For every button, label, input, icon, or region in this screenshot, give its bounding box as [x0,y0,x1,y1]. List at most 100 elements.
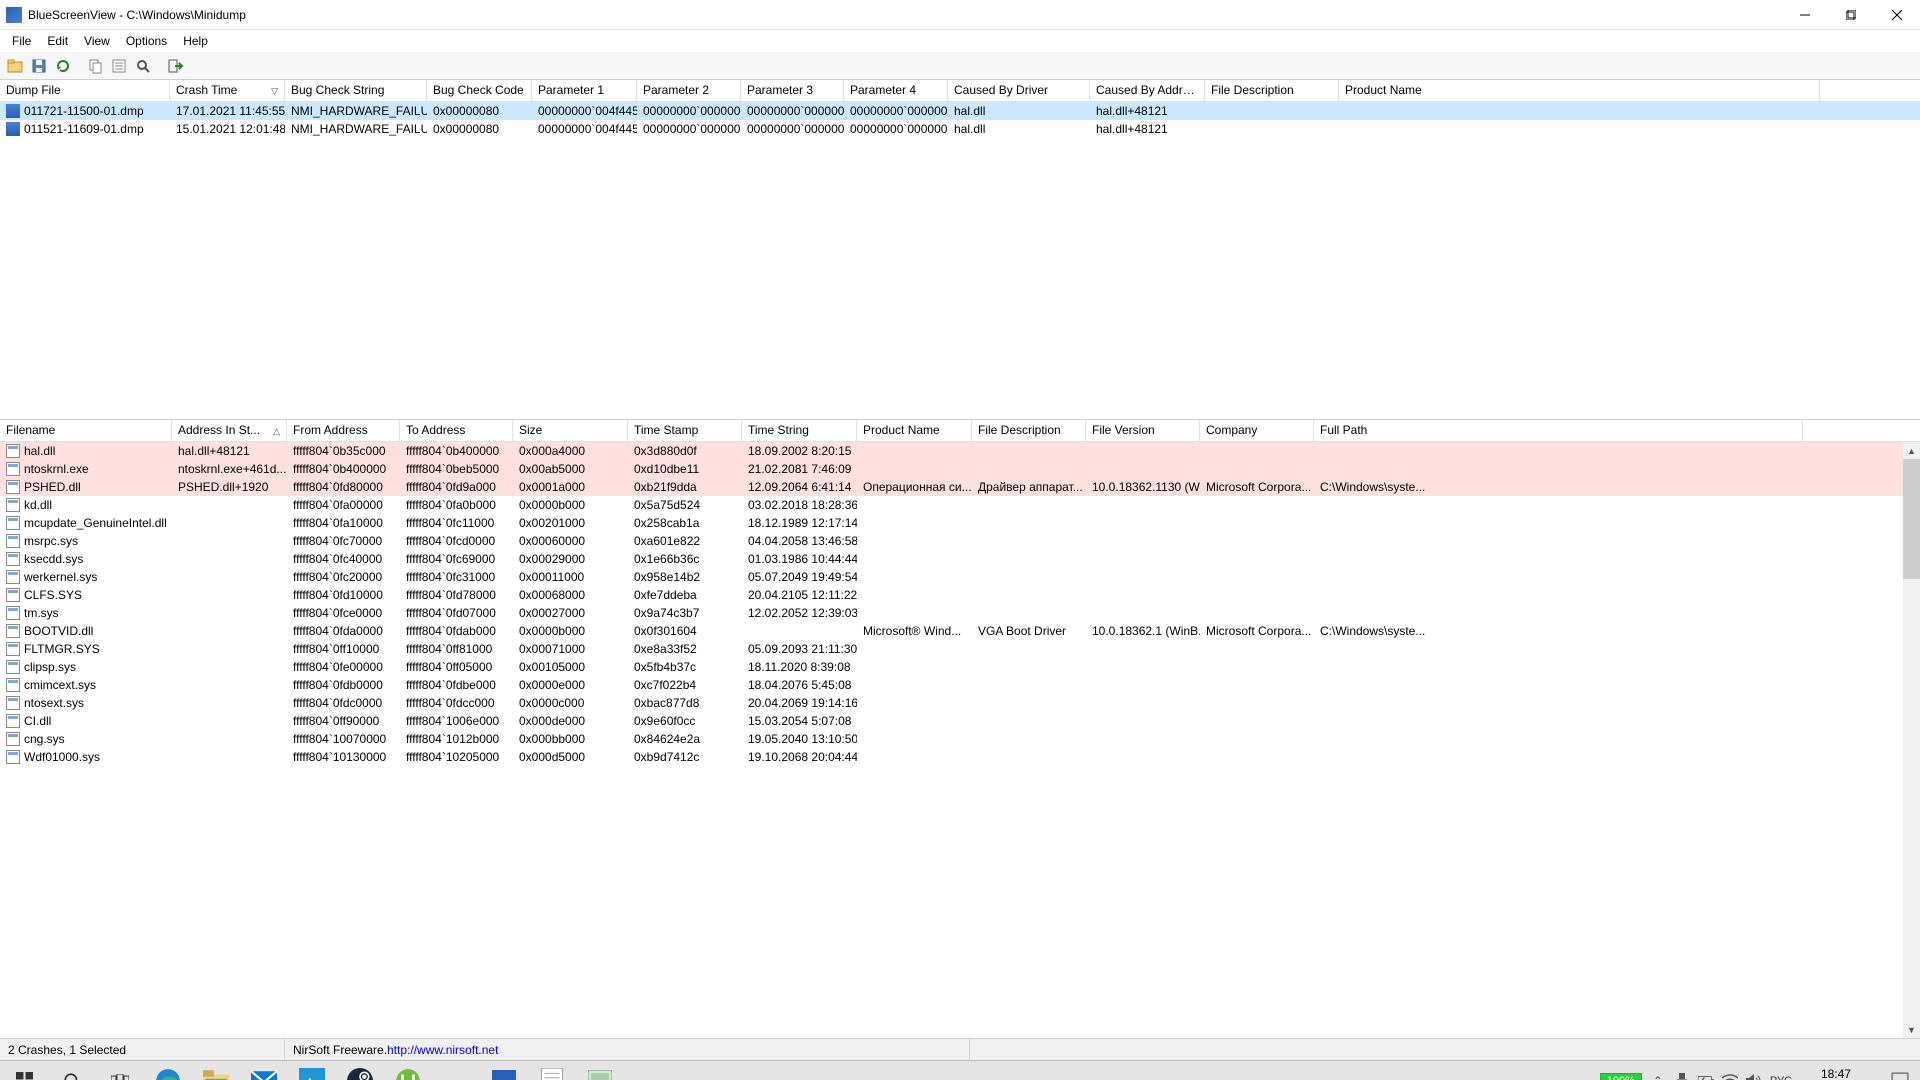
module-row[interactable]: BOOTVID.dllfffff804`0fda0000fffff804`0fd… [0,622,1920,640]
mail-icon[interactable] [240,1061,288,1080]
column-header[interactable]: Filename [0,420,172,442]
scroll-thumb[interactable] [1903,459,1920,579]
module-row[interactable]: cng.sysfffff804`10070000fffff804`1012b00… [0,730,1920,748]
maximize-button[interactable] [1828,0,1874,30]
dump-file-icon [6,122,20,136]
menu-edit[interactable]: Edit [39,32,76,50]
column-header[interactable]: Time Stamp [628,420,742,442]
bottom-vscroll[interactable]: ▲ ▼ [1903,442,1920,1038]
column-header[interactable]: Caused By Address [1090,80,1205,102]
column-header[interactable]: Parameter 2 [637,80,741,102]
wifi-icon[interactable] [1722,1073,1738,1080]
module-row[interactable]: ntoskrnl.exentoskrnl.exe+461d...fffff804… [0,460,1920,478]
module-row[interactable]: hal.dllhal.dll+48121fffff804`0b35c000fff… [0,442,1920,460]
module-row[interactable]: werkernel.sysfffff804`0fc20000fffff804`0… [0,568,1920,586]
battery-indicator[interactable]: 100% [1600,1073,1642,1080]
module-row[interactable]: CI.dllfffff804`0ff90000fffff804`1006e000… [0,712,1920,730]
module-row[interactable]: PSHED.dllPSHED.dll+1920fffff804`0fd80000… [0,478,1920,496]
app-icon-2[interactable] [576,1061,624,1080]
explorer-icon[interactable] [192,1061,240,1080]
titlebar: BlueScreenView - C:\Windows\Minidump [0,0,1920,30]
column-header[interactable]: To Address [400,420,513,442]
module-file-icon [6,606,20,620]
column-header[interactable]: Product Name [1339,80,1820,102]
utorrent-icon[interactable] [384,1061,432,1080]
menu-file[interactable]: File [4,32,39,50]
module-file-icon [6,552,20,566]
module-file-icon [6,534,20,548]
properties-icon[interactable] [108,55,130,77]
dump-row[interactable]: 011721-11500-01.dmp17.01.2021 11:45:55NM… [0,102,1920,120]
notifications-button[interactable]: 5 [1880,1061,1920,1080]
yandex-icon[interactable]: Я [432,1061,480,1080]
module-row[interactable]: Wdf01000.sysfffff804`10130000fffff804`10… [0,748,1920,766]
dump-list-rows[interactable]: 011721-11500-01.dmp17.01.2021 11:45:55NM… [0,102,1920,419]
column-header[interactable]: Full Path [1314,420,1803,442]
column-header[interactable]: Parameter 1 [532,80,637,102]
menu-view[interactable]: View [76,32,118,50]
column-header[interactable]: Parameter 3 [741,80,844,102]
dump-row[interactable]: 011521-11609-01.dmp15.01.2021 12:01:48NM… [0,120,1920,138]
minimize-button[interactable] [1782,0,1828,30]
task-view-button[interactable] [96,1061,144,1080]
module-row[interactable]: mcupdate_GenuineIntel.dllfffff804`0fa100… [0,514,1920,532]
open-icon[interactable] [4,55,26,77]
refresh-icon[interactable] [52,55,74,77]
column-header[interactable]: File Description [972,420,1086,442]
column-header[interactable]: Address In St...△ [172,420,287,442]
module-row[interactable]: CLFS.SYSfffff804`0fd10000fffff804`0fd780… [0,586,1920,604]
scroll-up-icon[interactable]: ▲ [1903,442,1920,459]
menu-help[interactable]: Help [175,32,216,50]
notepad-icon[interactable] [528,1061,576,1080]
module-row[interactable]: kd.dllfffff804`0fa00000fffff804`0fa0b000… [0,496,1920,514]
language-indicator[interactable]: РУС [1770,1075,1792,1080]
module-row[interactable]: tm.sysfffff804`0fce0000fffff804`0fd07000… [0,604,1920,622]
app-l-icon[interactable]: L [288,1061,336,1080]
column-header[interactable]: From Address [287,420,400,442]
module-row[interactable]: FLTMGR.SYSfffff804`0ff10000fffff804`0ff8… [0,640,1920,658]
clock[interactable]: 18:47 17.01.2021 [1800,1068,1872,1080]
start-button[interactable] [0,1061,48,1080]
module-row[interactable]: cmimcext.sysfffff804`0fdb0000fffff804`0f… [0,676,1920,694]
module-row[interactable]: ntosext.sysfffff804`0fdc0000fffff804`0fd… [0,694,1920,712]
edge-icon[interactable] [144,1061,192,1080]
column-header[interactable]: Product Name [857,420,972,442]
column-header[interactable]: Dump File [0,80,170,102]
close-button[interactable] [1874,0,1920,30]
module-file-icon [6,462,20,476]
search-button[interactable] [48,1061,96,1080]
column-header[interactable]: File Description [1205,80,1339,102]
module-row[interactable]: clipsp.sysfffff804`0fe00000fffff804`0ff0… [0,658,1920,676]
module-row[interactable]: ksecdd.sysfffff804`0fc40000fffff804`0fc6… [0,550,1920,568]
column-header[interactable]: Parameter 4 [844,80,948,102]
usb-icon[interactable] [1674,1073,1690,1080]
dump-list-header: Dump FileCrash Time▽Bug Check StringBug … [0,80,1920,102]
module-row[interactable]: msrpc.sysfffff804`0fc70000fffff804`0fcd0… [0,532,1920,550]
volume-icon[interactable] [1746,1073,1762,1080]
column-header[interactable]: Bug Check String [285,80,427,102]
module-list-rows[interactable]: hal.dllhal.dll+48121fffff804`0b35c000fff… [0,442,1920,1038]
module-file-icon [6,480,20,494]
save-icon[interactable] [28,55,50,77]
scroll-down-icon[interactable]: ▼ [1903,1021,1920,1038]
nirsoft-link[interactable]: http://www.nirsoft.net [387,1043,498,1057]
copy-icon[interactable] [84,55,106,77]
bluescreenview-icon[interactable] [480,1061,528,1080]
steam-icon[interactable] [336,1061,384,1080]
module-file-icon [6,714,20,728]
menu-options[interactable]: Options [118,32,175,50]
column-header[interactable]: File Version [1086,420,1200,442]
window-title: BlueScreenView - C:\Windows\Minidump [28,8,1782,22]
exit-icon[interactable] [164,55,186,77]
column-header[interactable]: Size [513,420,628,442]
column-header[interactable]: Company [1200,420,1314,442]
power-icon[interactable] [1698,1073,1714,1080]
column-header[interactable]: Caused By Driver [948,80,1090,102]
module-file-icon [6,588,20,602]
column-header[interactable]: Time String [742,420,857,442]
find-icon[interactable] [132,55,154,77]
column-header[interactable]: Crash Time▽ [170,80,285,102]
statusbar: 2 Crashes, 1 Selected NirSoft Freeware. … [0,1038,1920,1060]
column-header[interactable]: Bug Check Code [427,80,532,102]
chevron-up-icon[interactable]: ⌃ [1650,1073,1666,1080]
